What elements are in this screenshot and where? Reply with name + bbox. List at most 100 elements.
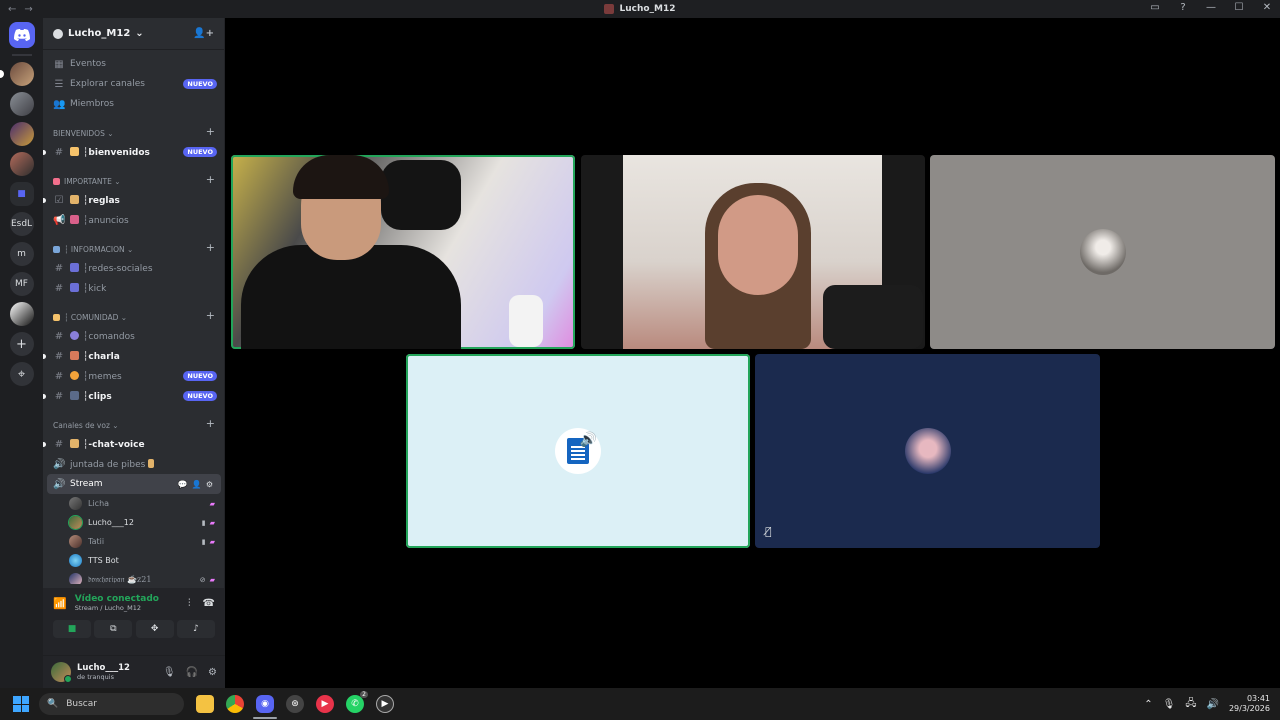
video-tile-lucho[interactable]: [231, 155, 575, 349]
inbox-icon[interactable]: ▭: [1148, 2, 1162, 13]
activities-button[interactable]: ✥: [135, 620, 174, 638]
channel-reglas[interactable]: ☑ ┆reglas: [43, 190, 225, 210]
user-name[interactable]: Lucho___12: [77, 663, 163, 673]
explore-icon[interactable]: ⌖: [9, 362, 34, 386]
microphone-icon[interactable]: 🎙: [1163, 699, 1176, 710]
channel-memes[interactable]: # ┆memes NUEVO: [43, 366, 225, 386]
chrome-icon[interactable]: [226, 695, 244, 713]
add-server-icon[interactable]: +: [9, 332, 34, 356]
maximize-button[interactable]: ☐: [1232, 2, 1246, 13]
invite-icon[interactable]: 👤+: [193, 28, 214, 39]
help-icon[interactable]: ?: [1176, 2, 1190, 13]
category-voz[interactable]: Canales de voz ⌄ +: [43, 412, 225, 434]
windows-start-icon[interactable]: [13, 696, 29, 712]
voice-channel-path[interactable]: Stream / Lucho_M12: [75, 604, 188, 612]
camera-icon: ▮: [201, 537, 206, 546]
taskbar-search[interactable]: 🔍 Buscar: [39, 693, 184, 715]
volume-icon[interactable]: 🔊: [1207, 699, 1219, 710]
server-icon[interactable]: [9, 92, 34, 116]
participant-video: [509, 295, 543, 347]
voice-channel-juntada[interactable]: 🔊 juntada de pibes: [43, 454, 225, 474]
voice-channel-stream[interactable]: 🔊 Stream 💬 👤 ⚙: [47, 474, 221, 494]
add-channel-icon[interactable]: +: [206, 173, 215, 186]
forward-arrow-icon[interactable]: →: [24, 4, 32, 15]
hash-icon: #: [54, 262, 64, 274]
category-informacion[interactable]: ┆ INFORMACION ⌄ +: [43, 236, 225, 258]
guild-header[interactable]: Lucho_M12 ⌄ 👤+: [43, 18, 224, 50]
file-explorer-icon[interactable]: [196, 695, 214, 713]
muted-icon: ⊘: [199, 575, 206, 584]
server-icon[interactable]: [0, 62, 34, 86]
headphones-icon[interactable]: 🎧: [186, 667, 198, 678]
add-channel-icon[interactable]: +: [206, 241, 215, 254]
sidebar-item-events[interactable]: ▦ Eventos: [43, 54, 225, 74]
add-channel-icon[interactable]: +: [206, 417, 215, 430]
rail-separator: [11, 54, 32, 56]
microphone-icon[interactable]: 🎙: [163, 667, 176, 678]
video-tile-tts-bot[interactable]: 🔊: [406, 354, 750, 548]
folder-icon[interactable]: ■: [9, 182, 34, 206]
add-channel-icon[interactable]: +: [206, 309, 215, 322]
disconnect-icon[interactable]: ☎: [203, 598, 215, 609]
channel-redes-sociales[interactable]: # ┆redes-sociales: [43, 258, 225, 278]
server-esdl[interactable]: EsdL: [9, 212, 34, 236]
screen-share-button[interactable]: ⧉: [94, 620, 133, 638]
soundboard-button[interactable]: ♪: [176, 620, 215, 638]
voice-user[interactable]: 𝔡𝔬𝔫𝔠𝔥𝔬𝔯𝔦𝔭𝔞𝔫 ☕z21 ⊘ ▰: [43, 570, 225, 584]
network-icon[interactable]: 🖧: [1185, 696, 1196, 713]
camera-button[interactable]: ■: [53, 620, 91, 638]
info-emoji-icon: [53, 246, 60, 253]
channel-chat-voice[interactable]: # ┆-chat-voice: [43, 434, 225, 454]
video-tile-licha[interactable]: [930, 155, 1275, 349]
hash-icon: #: [54, 146, 64, 158]
clock[interactable]: 03:41 29/3/2026: [1229, 694, 1270, 714]
participant-video: [381, 160, 461, 230]
server-icon[interactable]: [9, 152, 34, 176]
channel-charla[interactable]: # ┆charla: [43, 346, 225, 366]
user-custom-status[interactable]: de tranquis: [77, 673, 163, 681]
gear-icon[interactable]: ⚙: [206, 480, 213, 489]
server-icon[interactable]: [9, 122, 34, 146]
chevron-up-icon[interactable]: ⌃: [1144, 699, 1152, 710]
noise-suppression-icon[interactable]: ⫶: [188, 598, 191, 609]
play-icon[interactable]: ▶: [376, 695, 394, 713]
category-importante[interactable]: IMPORTANTE ⌄ +: [43, 168, 225, 190]
item-label: Eventos: [70, 59, 106, 69]
app-icon[interactable]: ⊛: [286, 695, 304, 713]
category-comunidad[interactable]: ┆ COMUNIDAD ⌄ +: [43, 304, 225, 326]
server-mf[interactable]: MF: [9, 272, 34, 296]
whatsapp-icon[interactable]: ✆ 2: [346, 691, 368, 713]
add-channel-icon[interactable]: +: [206, 125, 215, 138]
activity-icon: ▰: [209, 518, 215, 527]
server-icon[interactable]: [9, 302, 34, 326]
sidebar-item-browse-channels[interactable]: ☰ Explorar canales NUEVO: [43, 74, 225, 94]
video-tile-tatii[interactable]: [581, 155, 925, 349]
voice-user[interactable]: Lucho___12 ▮ ▰: [43, 513, 225, 532]
media-player-icon[interactable]: ▶: [316, 695, 334, 713]
back-arrow-icon[interactable]: ←: [8, 4, 16, 15]
signal-icon[interactable]: 📶: [53, 597, 67, 610]
discord-home-icon[interactable]: [8, 22, 35, 48]
voice-user[interactable]: Tatii ▮ ▰: [43, 532, 225, 551]
invite-icon[interactable]: 👤: [192, 480, 202, 489]
voice-status[interactable]: Vídeo conectado: [75, 594, 188, 604]
unread-indicator: [43, 198, 46, 203]
video-tile-donchoripan[interactable]: 🎙̸: [755, 354, 1100, 548]
gear-icon[interactable]: ⚙: [208, 667, 217, 678]
channel-kick[interactable]: # ┆kick: [43, 278, 225, 298]
minimize-button[interactable]: —: [1204, 2, 1218, 13]
avatar[interactable]: [51, 662, 72, 683]
channel-bienvenidos[interactable]: # ┆bienvenidos NUEVO: [43, 142, 225, 162]
channel-clips[interactable]: # ┆clips NUEVO: [43, 386, 225, 406]
guild-name: Lucho_M12 ⌄: [53, 28, 144, 39]
sidebar-item-members[interactable]: 👥 Miembros: [43, 94, 225, 114]
channel-comandos[interactable]: # ┆comandos: [43, 326, 225, 346]
voice-user[interactable]: TTS Bot: [43, 551, 225, 570]
category-bienvenidos[interactable]: BIENVENIDOS ⌄ +: [43, 120, 225, 142]
server-m[interactable]: m: [9, 242, 34, 266]
voice-user[interactable]: Licha ▰: [43, 494, 225, 513]
channel-anuncios[interactable]: 📢 ┆anuncios: [43, 210, 225, 230]
discord-icon[interactable]: ◉: [253, 695, 277, 719]
close-button[interactable]: ✕: [1260, 2, 1274, 13]
chat-icon[interactable]: 💬: [178, 480, 188, 489]
